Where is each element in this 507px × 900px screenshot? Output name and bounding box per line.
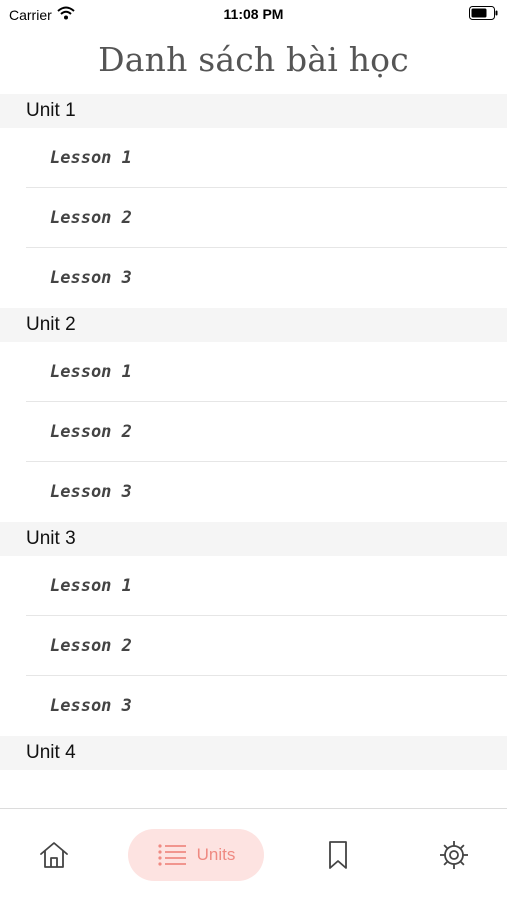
- status-bar: Carrier 11:08 PM: [0, 0, 507, 28]
- unit-header-1: Unit 1: [0, 94, 507, 128]
- unit-3-lesson-3[interactable]: Lesson 3: [26, 676, 507, 736]
- tab-bookmark[interactable]: [308, 829, 368, 881]
- page-title: Danh sách bài học: [98, 40, 409, 79]
- status-time: 11:08 PM: [223, 6, 284, 22]
- carrier-label: Carrier: [9, 6, 52, 23]
- battery-icon: [469, 6, 499, 21]
- status-left: Carrier: [9, 6, 75, 23]
- unit-1-lesson-3[interactable]: Lesson 3: [26, 248, 507, 308]
- tab-bar: Units: [0, 808, 507, 900]
- unit-3-lesson-2[interactable]: Lesson 2: [26, 616, 507, 676]
- unit-header-4: Unit 4: [0, 736, 507, 770]
- unit-2-lesson-1[interactable]: Lesson 1: [26, 342, 507, 402]
- lesson-list[interactable]: Unit 1 Lesson 1 Lesson 2 Lesson 3 Unit 2…: [0, 94, 507, 809]
- unit-3-lesson-1[interactable]: Lesson 1: [26, 556, 507, 616]
- bookmark-icon: [327, 840, 349, 870]
- home-icon: [38, 840, 70, 870]
- screen: Carrier 11:08 PM Danh sách bài học Unit …: [0, 0, 507, 900]
- tab-home[interactable]: [24, 829, 84, 881]
- tab-units[interactable]: Units: [128, 829, 264, 881]
- tab-settings[interactable]: [424, 829, 484, 881]
- unit-header-2: Unit 2: [0, 308, 507, 342]
- unit-1-lesson-2[interactable]: Lesson 2: [26, 188, 507, 248]
- unit-2-lesson-3[interactable]: Lesson 3: [26, 462, 507, 522]
- list-icon: [157, 843, 187, 867]
- gear-icon: [438, 839, 470, 871]
- unit-1-lesson-1[interactable]: Lesson 1: [26, 128, 507, 188]
- unit-2-lesson-2[interactable]: Lesson 2: [26, 402, 507, 462]
- tab-units-label: Units: [196, 845, 236, 864]
- wifi-icon: [57, 6, 75, 23]
- unit-header-3: Unit 3: [0, 522, 507, 556]
